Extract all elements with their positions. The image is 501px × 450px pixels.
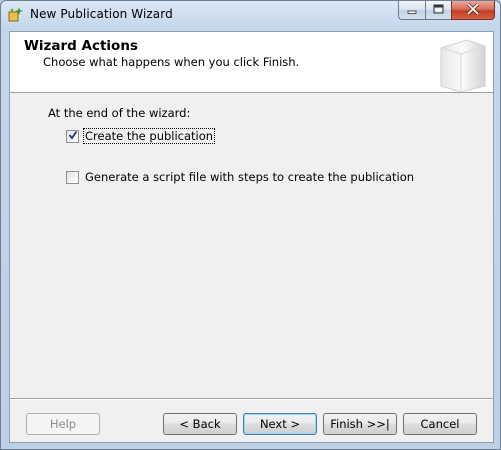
wizard-header: Wizard Actions Choose what happens when …	[10, 32, 493, 93]
generate-script-option[interactable]: Generate a script file with steps to cre…	[66, 170, 415, 184]
create-publication-option[interactable]: Create the publication	[66, 128, 216, 144]
generate-script-label[interactable]: Generate a script file with steps to cre…	[84, 170, 415, 184]
create-publication-label[interactable]: Create the publication	[82, 128, 216, 144]
close-button[interactable]	[451, 1, 495, 20]
page-subtitle: Choose what happens when you click Finis…	[43, 55, 300, 69]
page-title: Wizard Actions	[24, 38, 138, 54]
next-button[interactable]: Next >	[243, 413, 317, 435]
close-icon	[466, 2, 480, 18]
cancel-button[interactable]: Cancel	[403, 413, 477, 435]
create-publication-checkbox[interactable]	[66, 129, 79, 143]
wizard-app-icon	[8, 6, 24, 22]
checkmark-icon	[68, 129, 78, 143]
generate-script-checkbox[interactable]	[66, 170, 79, 184]
maximize-icon	[433, 3, 444, 17]
wizard-window: New Publication Wizard Wizard Actions Ch…	[0, 0, 501, 450]
minimize-icon	[407, 3, 417, 17]
window-title: New Publication Wizard	[30, 7, 173, 21]
wizard-client-area: Wizard Actions Choose what happens when …	[9, 31, 494, 443]
footer-divider	[10, 398, 493, 400]
finish-button[interactable]: Finish >>|	[323, 413, 397, 435]
help-button[interactable]: Help	[26, 413, 100, 435]
minimize-button[interactable]	[398, 1, 425, 20]
back-button[interactable]: < Back	[163, 413, 237, 435]
section-label: At the end of the wizard:	[48, 106, 191, 120]
maximize-button[interactable]	[425, 1, 451, 20]
database-icon	[435, 34, 489, 93]
title-bar[interactable]: New Publication Wizard	[1, 1, 500, 29]
